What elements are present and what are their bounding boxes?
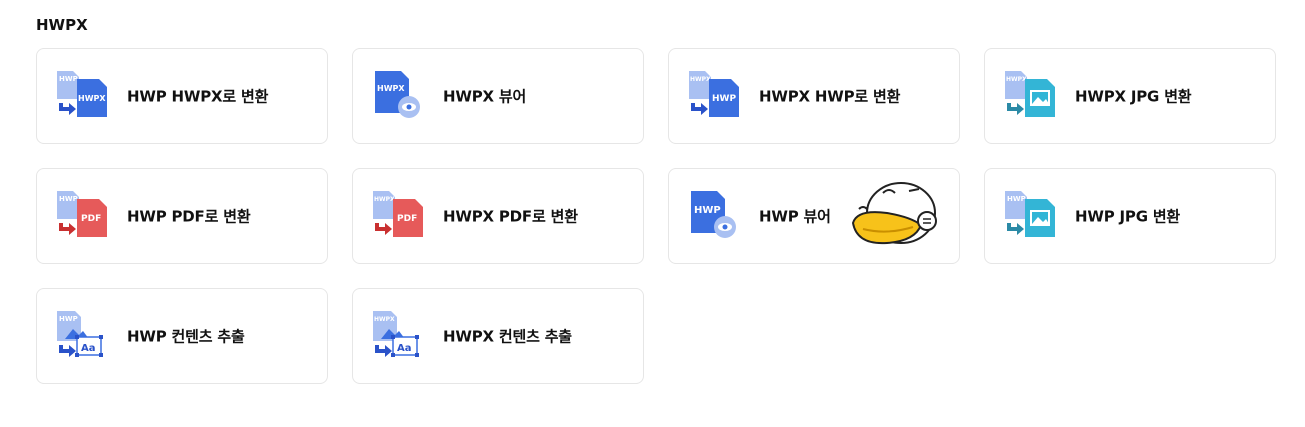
svg-text:HWPX: HWPX [78,94,106,103]
tool-card-hwpx-to-jpg[interactable]: HWPX HWPX JPG 변환 [984,48,1276,144]
hwpx-to-hwp-icon: HWPX HWP [687,69,743,125]
hwp-viewer-icon: HWP [687,189,743,245]
hwpx-viewer-icon: HWPX [371,69,427,125]
svg-text:HWPX: HWPX [377,84,405,93]
tool-card-hwp-viewer[interactable]: HWP HWP 뷰어 [668,168,960,264]
hwpx-to-pdf-icon: HWPX PDF [371,189,427,245]
svg-text:PDF: PDF [397,214,417,224]
svg-text:PDF: PDF [81,214,101,224]
tool-card-hwpx-viewer[interactable]: HWPX HWPX 뷰어 [352,48,644,144]
svg-text:HWP: HWP [59,315,78,323]
hwpx-to-jpg-icon: HWPX [1003,69,1059,125]
tool-card-hwpx-to-hwp[interactable]: HWPX HWP HWPX HWP로 변환 [668,48,960,144]
tool-label: HWP 컨텐츠 추출 [127,327,245,346]
tool-card-hwp-to-hwpx[interactable]: HWP HWPX HWP HWPX로 변환 [36,48,328,144]
tool-label: HWPX HWP로 변환 [759,87,901,106]
hwp-to-pdf-icon: HWP PDF [55,189,111,245]
tool-card-hwp-content-extract[interactable]: HWP Aa HWP 컨텐츠 추출 [36,288,328,384]
svg-text:HWP: HWP [712,94,736,104]
tool-card-hwp-to-pdf[interactable]: HWP PDF HWP PDF로 변환 [36,168,328,264]
svg-text:HWPX: HWPX [690,76,711,83]
tool-label: HWPX 컨텐츠 추출 [443,327,572,346]
tool-label: HWPX 뷰어 [443,87,527,106]
svg-text:HWP: HWP [59,195,78,203]
hwpx-content-extract-icon: HWPX Aa [371,309,427,365]
tool-label: HWP JPG 변환 [1075,207,1181,226]
tool-label: HWPX JPG 변환 [1075,87,1192,106]
tool-label: HWP 뷰어 [759,207,831,226]
hwp-content-extract-icon: HWP Aa [55,309,111,365]
tool-label: HWP HWPX로 변환 [127,87,269,106]
svg-text:HWPX: HWPX [374,196,395,203]
tool-card-hwpx-content-extract[interactable]: HWPX Aa HWPX 컨텐츠 추출 [352,288,644,384]
tool-label: HWPX PDF로 변환 [443,207,578,226]
svg-text:Aa: Aa [397,343,412,354]
section-title: HWPX [36,16,88,34]
hwp-to-jpg-icon: HWP [1003,189,1059,245]
svg-text:HWPX: HWPX [1006,76,1027,83]
tool-card-hwp-to-jpg[interactable]: HWP HWP JPG 변환 [984,168,1276,264]
svg-text:HWP: HWP [1007,195,1026,203]
svg-text:Aa: Aa [81,343,96,354]
duck-mascot-icon [849,179,941,253]
hwp-to-hwpx-icon: HWP HWPX [55,69,111,125]
svg-text:HWP: HWP [694,205,721,216]
svg-text:HWPX: HWPX [374,316,395,323]
svg-text:HWP: HWP [59,75,78,83]
tool-grid: HWP HWPX HWP HWPX로 변환 HWPX HWPX 뷰어 HWPX … [36,48,1276,384]
tool-card-hwpx-to-pdf[interactable]: HWPX PDF HWPX PDF로 변환 [352,168,644,264]
tool-label: HWP PDF로 변환 [127,207,251,226]
